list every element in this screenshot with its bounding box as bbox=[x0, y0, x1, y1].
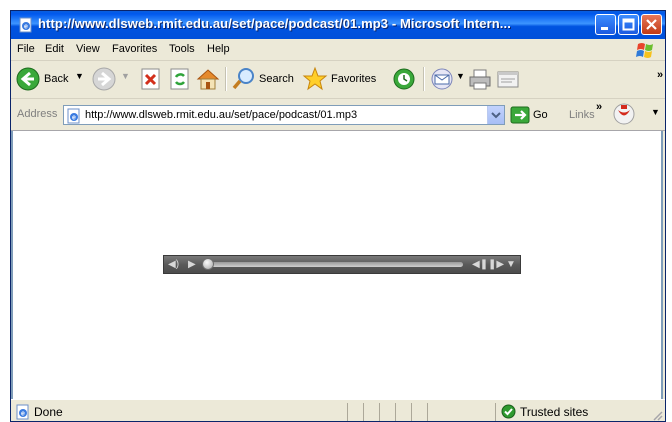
menu-favorites[interactable]: Favorites bbox=[112, 43, 157, 55]
window-title: http://www.dlsweb.rmit.edu.au/set/pace/p… bbox=[38, 16, 511, 31]
status-bar: e Done Trusted sites bbox=[11, 399, 665, 421]
status-pane bbox=[427, 403, 495, 421]
toolbar-separator bbox=[225, 67, 227, 91]
ie-page-icon: e bbox=[16, 404, 29, 420]
menu-help[interactable]: Help bbox=[207, 43, 230, 55]
edit-icon[interactable] bbox=[495, 66, 521, 92]
svg-text:e: e bbox=[72, 115, 76, 122]
maximize-icon bbox=[622, 18, 635, 31]
seek-thumb[interactable] bbox=[202, 258, 214, 270]
menu-bar: File Edit View Favorites Tools Help bbox=[11, 39, 665, 61]
ie-page-icon: e bbox=[67, 108, 80, 124]
menu-tools[interactable]: Tools bbox=[169, 43, 195, 55]
forward-arrow-icon[interactable] bbox=[91, 66, 117, 92]
player-menu-icon[interactable]: ▼ bbox=[506, 259, 516, 271]
print-icon[interactable] bbox=[467, 66, 493, 92]
minimize-button[interactable] bbox=[595, 14, 616, 35]
trusted-check-icon bbox=[501, 404, 516, 419]
search-magnifier-icon[interactable] bbox=[231, 66, 257, 92]
security-zone-label: Trusted sites bbox=[520, 405, 589, 419]
home-icon[interactable] bbox=[195, 66, 221, 92]
address-dropdown-button[interactable] bbox=[487, 106, 504, 124]
close-icon bbox=[646, 19, 657, 30]
title-bar[interactable]: e http://www.dlsweb.rmit.edu.au/set/pace… bbox=[11, 11, 665, 39]
address-url: http://www.dlsweb.rmit.edu.au/set/pace/p… bbox=[85, 109, 358, 121]
status-pane bbox=[347, 403, 363, 421]
forward-dropdown-icon[interactable]: ▼ bbox=[121, 71, 130, 81]
maximize-button[interactable] bbox=[618, 14, 639, 35]
go-arrow-icon[interactable] bbox=[510, 106, 530, 124]
links-label[interactable]: Links bbox=[569, 109, 595, 121]
stop-icon[interactable] bbox=[138, 66, 164, 92]
fast-forward-icon[interactable]: ❚▶ bbox=[488, 259, 504, 271]
standard-toolbar: Back ▼ ▼ Search Favorites ▼ » bbox=[11, 61, 665, 99]
page-content: ◀) ▶ ◀❚ ❚▶ ▼ bbox=[11, 131, 663, 399]
mail-icon[interactable] bbox=[429, 66, 455, 92]
pdf-dropdown-icon[interactable]: ▼ bbox=[651, 107, 660, 117]
volume-icon[interactable]: ◀) bbox=[168, 259, 179, 271]
browser-window: e http://www.dlsweb.rmit.edu.au/set/pace… bbox=[10, 10, 666, 422]
svg-text:e: e bbox=[21, 411, 25, 418]
refresh-icon[interactable] bbox=[167, 66, 193, 92]
status-text: Done bbox=[34, 405, 63, 419]
windows-logo-icon bbox=[636, 43, 653, 58]
status-pane bbox=[395, 403, 411, 421]
svg-text:e: e bbox=[24, 24, 28, 31]
seek-track[interactable] bbox=[202, 258, 463, 270]
status-pane bbox=[379, 403, 395, 421]
search-button[interactable]: Search bbox=[259, 73, 294, 85]
minimize-icon bbox=[601, 27, 608, 30]
links-overflow-chevron[interactable]: » bbox=[596, 101, 602, 113]
resize-grip-icon[interactable] bbox=[651, 409, 663, 421]
rewind-icon[interactable]: ◀❚ bbox=[472, 259, 488, 271]
media-player-bar: ◀) ▶ ◀❚ ❚▶ ▼ bbox=[163, 255, 521, 274]
back-button[interactable]: Back bbox=[44, 73, 68, 85]
menu-file[interactable]: File bbox=[17, 43, 35, 55]
chevron-down-icon bbox=[491, 112, 501, 119]
pdf-icon[interactable] bbox=[611, 101, 637, 127]
favorites-star-icon[interactable] bbox=[302, 66, 328, 92]
history-icon[interactable] bbox=[391, 66, 417, 92]
back-arrow-icon[interactable] bbox=[15, 66, 41, 92]
address-bar: Address e http://www.dlsweb.rmit.edu.au/… bbox=[11, 99, 665, 131]
close-button[interactable] bbox=[641, 14, 662, 35]
go-button[interactable]: Go bbox=[533, 109, 548, 121]
toolbar-overflow-chevron[interactable]: » bbox=[657, 69, 663, 81]
mail-dropdown-icon[interactable]: ▼ bbox=[456, 71, 465, 81]
status-pane bbox=[363, 403, 379, 421]
play-icon[interactable]: ▶ bbox=[188, 259, 196, 271]
favorites-button[interactable]: Favorites bbox=[331, 73, 376, 85]
ie-page-icon: e bbox=[19, 17, 32, 33]
address-label: Address bbox=[17, 108, 58, 120]
menu-edit[interactable]: Edit bbox=[45, 43, 64, 55]
address-input[interactable]: e http://www.dlsweb.rmit.edu.au/set/pace… bbox=[63, 105, 505, 125]
menu-view[interactable]: View bbox=[76, 43, 100, 55]
toolbar-separator bbox=[423, 67, 425, 91]
back-dropdown-icon[interactable]: ▼ bbox=[75, 71, 84, 81]
status-pane bbox=[411, 403, 427, 421]
